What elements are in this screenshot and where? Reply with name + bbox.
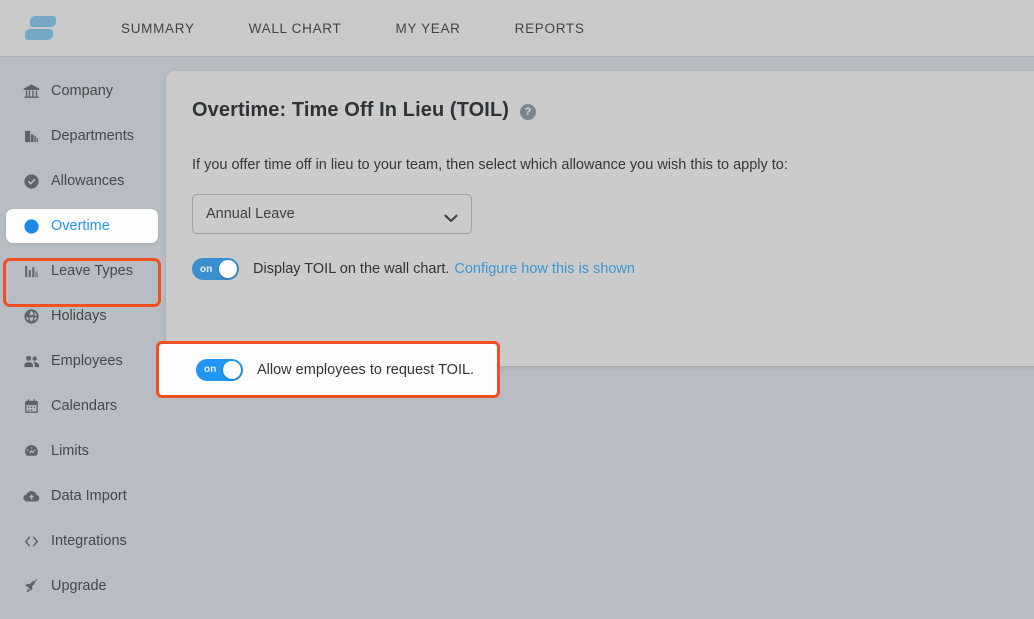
app-logo[interactable] [24, 13, 60, 43]
calendar-icon [22, 397, 41, 416]
building-icon [22, 127, 41, 146]
sidebar-item-upgrade[interactable]: Upgrade [0, 572, 166, 600]
sidebar-item-label: Holidays [51, 308, 107, 324]
sidebar-item-label: Leave Types [51, 263, 133, 279]
sidebar-item-label: Upgrade [51, 578, 107, 594]
sidebar-item-holidays[interactable]: Holidays [0, 302, 166, 330]
body-wrapper: Company Departments Allowances Overtime [0, 57, 1034, 619]
sidebar-item-label: Overtime [51, 218, 110, 234]
bar-chart-icon [22, 262, 41, 281]
configure-wall-chart-link[interactable]: Configure how this is shown [454, 261, 635, 277]
nav-link-summary[interactable]: SUMMARY [94, 21, 222, 36]
page-title: Overtime: Time Off In Lieu (TOIL) ? [192, 99, 1034, 122]
app-root: SUMMARY WALL CHART MY YEAR REPORTS Compa… [0, 0, 1034, 619]
sidebar-item-limits[interactable]: Limits [0, 437, 166, 465]
toggle-row-request-toil: on Allow employees to request TOIL. [159, 344, 497, 395]
clock-icon [22, 217, 41, 236]
globe-icon [22, 307, 41, 326]
sidebar-item-company[interactable]: Company [0, 77, 166, 105]
sidebar-item-label: Allowances [51, 173, 125, 189]
sidebar-item-allowances[interactable]: Allowances [0, 167, 166, 195]
toggle-row-display-toil: on Display TOIL on the wall chart. Config… [192, 258, 1034, 280]
top-navigation-bar: SUMMARY WALL CHART MY YEAR REPORTS [0, 0, 1034, 57]
nav-links: SUMMARY WALL CHART MY YEAR REPORTS [94, 21, 612, 36]
bank-icon [22, 82, 41, 101]
nav-link-my-year[interactable]: MY YEAR [368, 21, 487, 36]
page-title-text: Overtime: Time Off In Lieu (TOIL) [192, 99, 510, 121]
display-toil-label: Display TOIL on the wall chart. Configure… [253, 261, 635, 277]
check-circle-icon [22, 172, 41, 191]
sidebar-item-calendars[interactable]: Calendars [0, 392, 166, 420]
request-toil-toggle[interactable]: on [196, 358, 243, 381]
sidebar-item-label: Calendars [51, 398, 118, 414]
display-toil-toggle[interactable]: on [192, 258, 239, 280]
sidebar-item-data-import[interactable]: Data Import [0, 482, 166, 510]
sidebar-item-leave-types[interactable]: Leave Types [0, 257, 166, 285]
logo-bar-bottom [25, 29, 53, 40]
sidebar-item-label: Employees [51, 353, 123, 369]
toggle-knob [223, 360, 241, 379]
nav-link-reports[interactable]: REPORTS [488, 21, 612, 36]
sidebar-item-employees[interactable]: Employees [0, 347, 166, 375]
people-icon [22, 352, 41, 371]
sidebar-item-label: Data Import [51, 488, 127, 504]
toggle-knob [219, 260, 237, 278]
toggle-state-label: on [204, 364, 217, 375]
sidebar-item-label: Departments [51, 128, 135, 144]
sidebar-item-overtime[interactable]: Overtime [6, 209, 158, 243]
rocket-icon [22, 577, 41, 596]
logo-bar-top [30, 16, 56, 27]
allowance-select-value: Annual Leave [206, 206, 295, 222]
sidebar-item-integrations[interactable]: Integrations [0, 527, 166, 555]
chevron-down-icon [444, 210, 458, 222]
nav-link-wall-chart[interactable]: WALL CHART [222, 21, 369, 36]
toggle-state-label: on [200, 263, 213, 275]
page-description: If you offer time off in lieu to your te… [192, 157, 788, 173]
sidebar-item-label: Integrations [51, 533, 127, 549]
allowance-select[interactable]: Annual Leave [192, 194, 472, 234]
display-toil-text: Display TOIL on the wall chart. [253, 261, 450, 277]
gauge-icon [22, 442, 41, 461]
overtime-settings-card: Overtime: Time Off In Lieu (TOIL) ? If y… [166, 71, 1034, 366]
annotation-box-request-toil: on Allow employees to request TOIL. [156, 341, 500, 398]
cloud-upload-icon [22, 487, 41, 506]
code-brackets-icon [22, 532, 41, 551]
sidebar-item-label: Limits [51, 443, 89, 459]
request-toil-label: Allow employees to request TOIL. [257, 361, 475, 378]
help-icon[interactable]: ? [520, 103, 537, 120]
sidebar-item-departments[interactable]: Departments [0, 122, 166, 150]
sidebar-item-label: Company [51, 83, 114, 99]
settings-sidebar: Company Departments Allowances Overtime [0, 57, 166, 619]
